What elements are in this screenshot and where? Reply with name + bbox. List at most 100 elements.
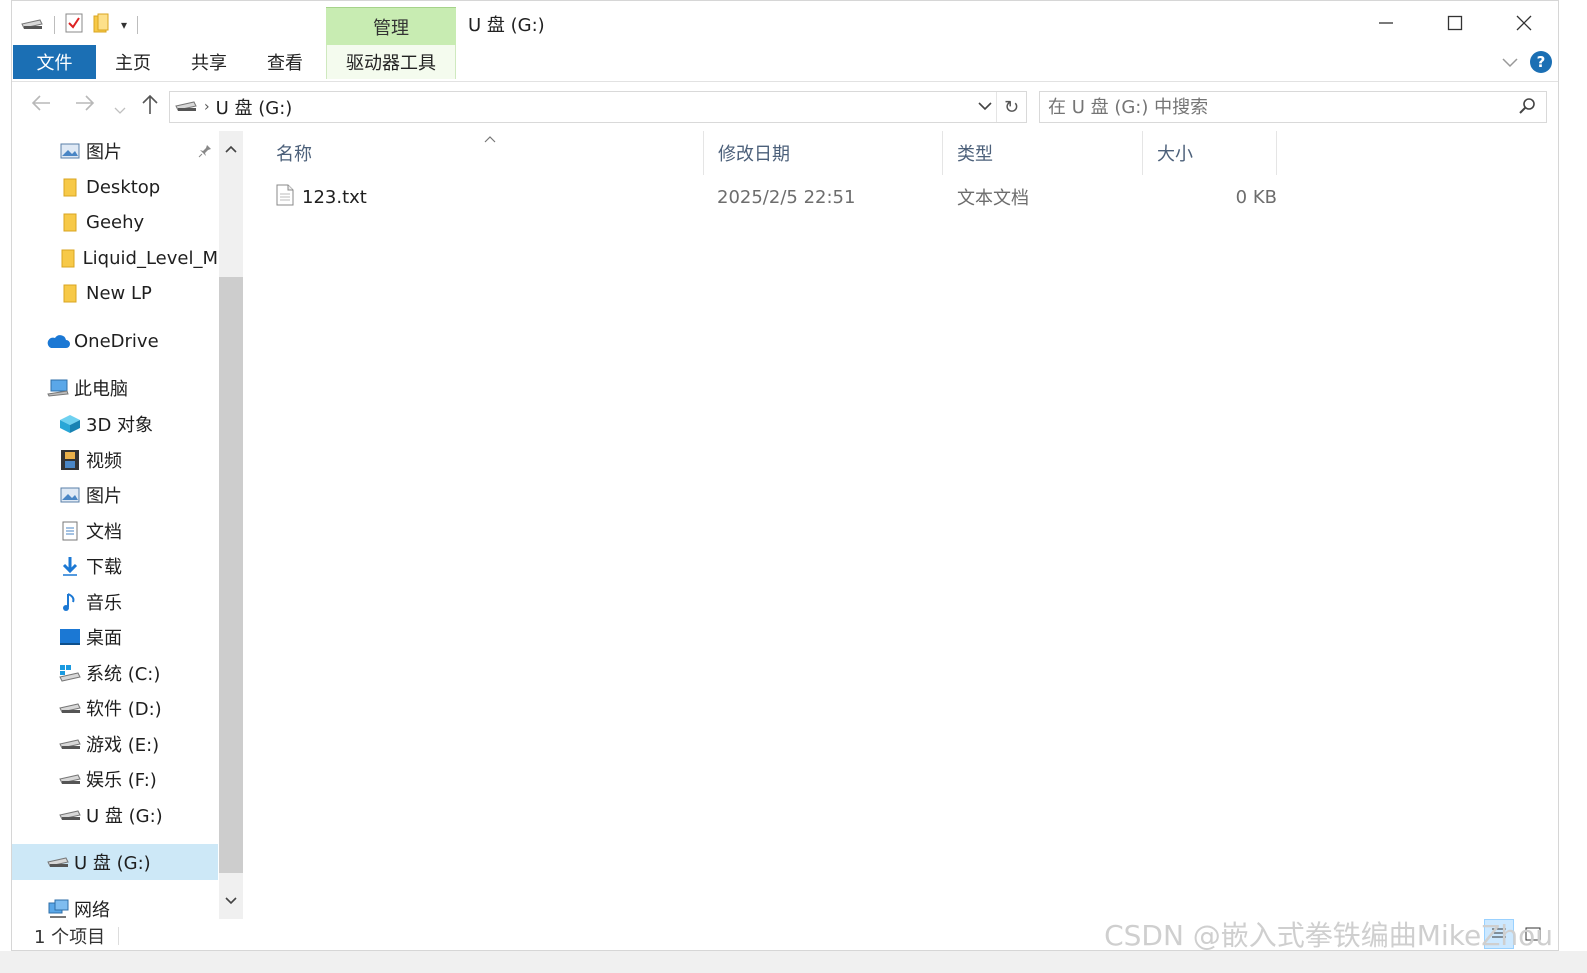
nav-item-music[interactable]: 音乐	[58, 586, 122, 618]
minimize-icon[interactable]	[1351, 1, 1420, 45]
expand-ribbon-icon[interactable]	[1502, 53, 1518, 72]
nav-label: U 盘 (G:)	[86, 806, 163, 827]
scroll-up-icon[interactable]	[219, 135, 243, 163]
drive-icon	[174, 98, 198, 117]
file-size: 0 KB	[1235, 186, 1277, 208]
ribbon-tab-bar: 文件 主页 共享 查看 驱动器工具 ?	[12, 45, 1558, 82]
quick-access-item-geehy[interactable]: Geehy	[58, 206, 144, 238]
nav-label: 系统 (C:)	[86, 664, 161, 685]
quick-access-item-desktop[interactable]: Desktop	[58, 171, 160, 203]
quick-access-item-new-lp[interactable]: New LP	[58, 277, 152, 309]
desktop-icon	[58, 628, 82, 646]
customize-toolbar-icon[interactable]: ▾	[121, 18, 127, 32]
nav-item-drive-c[interactable]: 系统 (C:)	[58, 657, 160, 689]
sort-ascending-icon	[484, 131, 496, 147]
nav-item-drive-d[interactable]: 软件 (D:)	[58, 692, 162, 724]
drive-icon	[20, 15, 44, 35]
nav-item-drive-e[interactable]: 游戏 (E:)	[58, 728, 159, 760]
network-icon	[46, 899, 70, 919]
navigation-pane: 图片 Desktop Geehy Liquid_Level_M New LP O…	[12, 131, 244, 921]
quick-access-item-pictures[interactable]: 图片	[58, 135, 122, 167]
new-folder-icon[interactable]	[93, 13, 111, 37]
search-input[interactable]	[1048, 92, 1508, 122]
column-headers: 名称 修改日期 类型 大小	[262, 131, 1292, 175]
status-separator	[118, 927, 119, 945]
up-arrow-icon[interactable]	[140, 93, 160, 120]
nav-label: Liquid_Level_M	[82, 247, 218, 269]
help-icon[interactable]: ?	[1530, 51, 1552, 73]
close-icon[interactable]	[1489, 1, 1558, 45]
pictures-icon	[58, 487, 82, 503]
nav-label: 图片	[86, 486, 122, 507]
title-bar: ▾ 管理 U 盘 (G:)	[12, 1, 1558, 45]
quick-access-item-liquid-level[interactable]: Liquid_Level_M	[58, 242, 218, 274]
nav-label: 音乐	[86, 593, 122, 614]
nav-item-pictures[interactable]: 图片	[58, 479, 122, 511]
breadcrumb-current[interactable]: U 盘 (G:)	[216, 94, 293, 120]
cloud-icon	[46, 333, 70, 349]
nav-label: 图片	[86, 142, 122, 163]
ribbon-right-controls: ?	[1502, 51, 1552, 73]
search-icon[interactable]	[1518, 97, 1536, 120]
navpane-scrollbar[interactable]	[219, 131, 243, 919]
column-header-name[interactable]: 名称	[262, 131, 703, 175]
nav-item-desktop[interactable]: 桌面	[58, 621, 122, 653]
nav-label: OneDrive	[74, 330, 159, 352]
forward-arrow-icon[interactable]	[74, 93, 96, 118]
properties-icon[interactable]	[65, 13, 83, 37]
nav-item-videos[interactable]: 视频	[58, 444, 122, 476]
tab-drive-tools[interactable]: 驱动器工具	[326, 45, 456, 79]
nav-label: 娱乐 (F:)	[86, 770, 157, 791]
pin-icon[interactable]	[198, 143, 212, 162]
column-header-type[interactable]: 类型	[943, 131, 1143, 175]
column-header-modified[interactable]: 修改日期	[703, 131, 943, 175]
nav-item-drive-f[interactable]: 娱乐 (F:)	[58, 763, 157, 795]
search-box[interactable]	[1039, 91, 1547, 123]
file-name: 123.txt	[302, 186, 367, 208]
tab-file[interactable]: 文件	[13, 45, 96, 79]
recent-locations-chevron-icon[interactable]	[114, 97, 126, 121]
nav-item-documents[interactable]: 文档	[58, 515, 122, 547]
maximize-icon[interactable]	[1420, 1, 1489, 45]
cube-icon	[58, 414, 82, 434]
toolbar-separator	[54, 16, 55, 34]
drive-icon	[58, 737, 82, 751]
address-bar[interactable]: › U 盘 (G:) ↻	[169, 91, 1027, 123]
context-tab-group-label: 管理	[326, 7, 456, 45]
nav-item-drive-g[interactable]: U 盘 (G:)	[58, 799, 163, 831]
refresh-icon[interactable]: ↻	[996, 92, 1026, 122]
file-modified: 2025/2/5 22:51	[717, 186, 856, 208]
film-icon	[58, 449, 82, 471]
nav-item-this-pc[interactable]: 此电脑	[46, 372, 128, 404]
tab-home[interactable]: 主页	[98, 45, 168, 79]
desktop-background	[0, 951, 1587, 973]
nav-label: U 盘 (G:)	[74, 853, 151, 874]
nav-label: 此电脑	[74, 379, 128, 400]
tab-share[interactable]: 共享	[174, 45, 244, 79]
document-icon	[58, 521, 82, 541]
scroll-down-icon[interactable]	[219, 887, 243, 915]
folder-icon	[58, 248, 79, 268]
file-name-cell[interactable]: 123.txt	[276, 179, 367, 215]
column-header-size[interactable]: 大小	[1143, 131, 1277, 175]
drive-icon	[58, 808, 82, 822]
text-file-icon	[276, 184, 294, 211]
file-type: 文本文档	[957, 188, 1029, 209]
address-dropdown-icon[interactable]	[978, 96, 992, 115]
nav-item-onedrive[interactable]: OneDrive	[46, 325, 159, 357]
nav-item-3d-objects[interactable]: 3D 对象	[58, 408, 153, 440]
nav-item-downloads[interactable]: 下载	[58, 550, 122, 582]
scrollbar-thumb[interactable]	[219, 277, 243, 873]
nav-label: 桌面	[86, 628, 122, 649]
breadcrumb-separator-icon[interactable]: ›	[204, 99, 210, 115]
window-title: U 盘 (G:)	[468, 15, 545, 36]
file-row[interactable]: 123.txt 2025/2/5 22:51 文本文档 0 KB	[262, 179, 1292, 215]
music-note-icon	[58, 592, 82, 612]
nav-item-usb-drive-selected[interactable]: U 盘 (G:)	[12, 844, 218, 880]
back-arrow-icon[interactable]	[30, 93, 52, 118]
pictures-icon	[58, 143, 82, 159]
nav-label: Geehy	[86, 211, 145, 233]
tab-view[interactable]: 查看	[250, 45, 320, 79]
computer-icon	[46, 379, 70, 397]
download-arrow-icon	[58, 556, 82, 576]
